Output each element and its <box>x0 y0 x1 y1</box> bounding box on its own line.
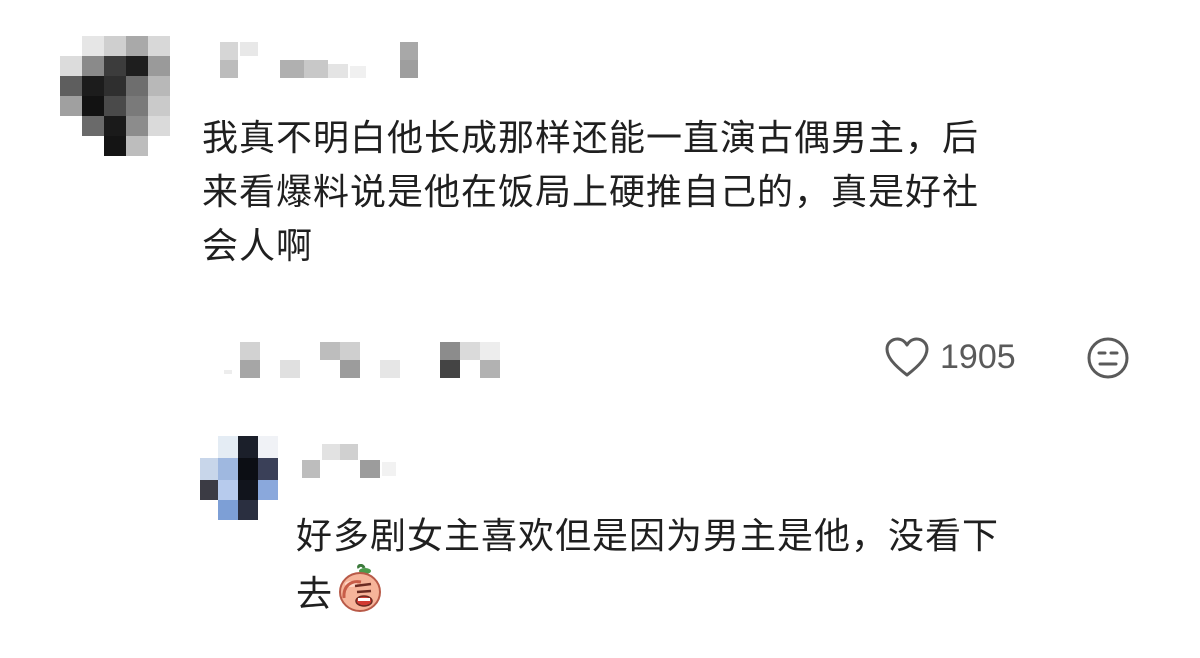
avatar-mosaic-image <box>200 436 278 520</box>
heart-outline-icon <box>885 337 929 377</box>
smiley-icon <box>1087 337 1129 379</box>
comment-line: 来看爆料说是他在饭局上硬推自己的，真是好社 <box>202 172 980 213</box>
reply-line: 好多剧女主喜欢但是因为男主是他，没看下 <box>296 516 1000 557</box>
like-count: 1905 <box>940 337 1016 376</box>
comment-line: 我真不明白他长成那样还能一直演古偶男主，后 <box>202 118 980 159</box>
replier-name[interactable] <box>300 442 410 482</box>
reply-line-text: 去 <box>296 574 334 615</box>
replier-avatar[interactable] <box>200 436 290 522</box>
commenter-avatar[interactable] <box>52 36 182 156</box>
name-mosaic-image <box>220 42 418 78</box>
comment-body: 我真不明白他长成那样还能一直演古偶男主，后 来看爆料说是他在饭局上硬推自己的，真… <box>202 112 1162 274</box>
emoji-react-button[interactable] <box>1086 336 1130 380</box>
comment-thread: 我真不明白他长成那样还能一直演古偶男主，后 来看爆料说是他在饭局上硬推自己的，真… <box>0 0 1200 658</box>
commenter-name[interactable] <box>214 40 434 82</box>
comment-meta <box>222 340 532 382</box>
name-mosaic-image <box>302 444 396 478</box>
facepalm-sticker-icon <box>337 563 383 614</box>
reply-body: 好多剧女主喜欢但是因为男主是他，没看下 去 <box>296 510 1166 622</box>
meta-mosaic-image <box>224 342 500 378</box>
reply-line: 去 <box>296 563 1166 622</box>
sticker-image <box>339 563 382 612</box>
comment-line: 会人啊 <box>202 226 314 267</box>
like-button[interactable]: 1905 <box>884 332 1016 382</box>
avatar-mosaic-image <box>52 36 182 156</box>
